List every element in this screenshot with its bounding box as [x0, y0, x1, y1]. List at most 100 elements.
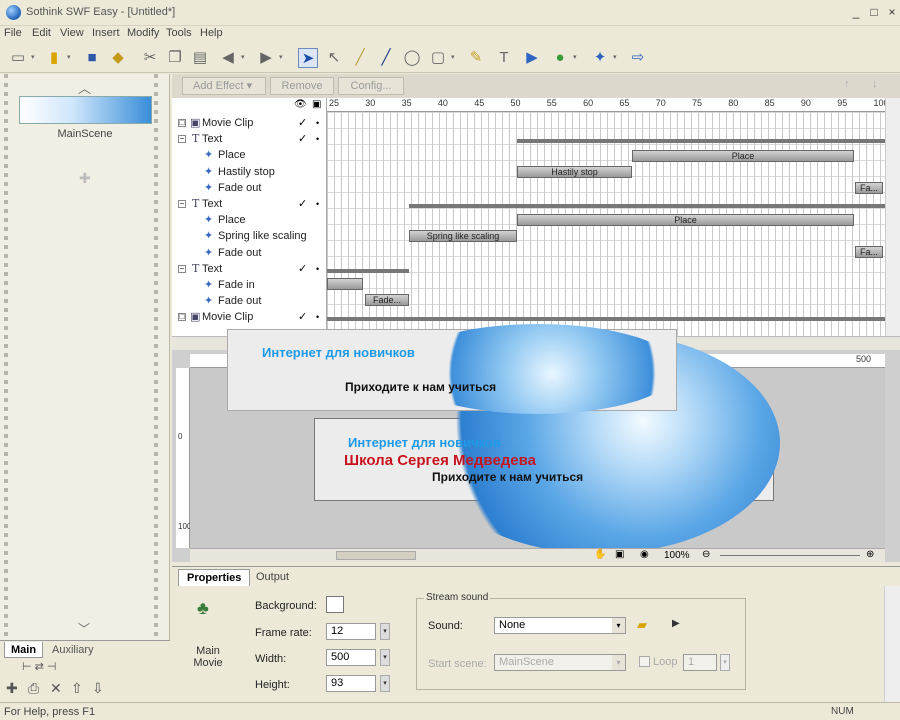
menu-edit[interactable]: Edit [32, 27, 51, 39]
menu-view[interactable]: View [60, 27, 84, 39]
chevron-down-icon[interactable]: ▾ [67, 54, 73, 61]
timeline-vertical-scrollbar[interactable] [885, 98, 900, 336]
ellipse-icon[interactable]: ◯ [402, 48, 422, 68]
chevron-down-icon[interactable]: ▾ [613, 54, 619, 61]
chevron-down-icon[interactable]: ▾ [241, 54, 247, 61]
hand-icon[interactable]: ✋ [594, 549, 606, 560]
subselect-icon[interactable]: ↖ [324, 48, 344, 68]
chevron-down-icon[interactable]: ▾ [451, 54, 457, 61]
frame-rate-spinner[interactable]: ▾ [380, 623, 390, 640]
redo-icon[interactable]: ▶ [256, 48, 276, 68]
menu-insert[interactable]: Insert [92, 27, 120, 39]
layer-row[interactable]: ✦ Place [172, 212, 327, 228]
paste-icon[interactable]: ▤ [190, 48, 210, 68]
lock-dot-icon[interactable]: • [316, 196, 319, 212]
expand-toggle-icon[interactable]: − [178, 135, 186, 144]
height-spinner[interactable]: ▾ [380, 675, 390, 692]
stage-hscroll-thumb[interactable] [336, 551, 416, 560]
select-icon[interactable]: ➤ [298, 48, 318, 68]
move-up-icon[interactable]: ⇧ [71, 680, 83, 697]
scroll-down-icon[interactable]: ﹀ [78, 620, 90, 637]
effect-block[interactable]: Fa... [855, 246, 883, 258]
effect-block[interactable]: Spring like scaling [409, 230, 517, 242]
height-field[interactable]: 93 [326, 675, 376, 692]
minimize-button[interactable]: _ [848, 5, 864, 20]
move-down-icon[interactable]: ⇩ [92, 680, 104, 697]
visibility-check-icon[interactable]: ✓ [298, 115, 307, 131]
layer-row[interactable]: □ ▣ Movie Clip ✓ • [172, 115, 327, 131]
layer-row[interactable]: ✦ Hastily stop [172, 164, 327, 180]
menu-file[interactable]: File [4, 27, 22, 39]
lock-dot-icon[interactable]: • [316, 309, 319, 325]
maximize-button[interactable]: □ [866, 5, 882, 20]
effect-block[interactable]: Place [517, 214, 854, 226]
width-spinner[interactable]: ▾ [380, 649, 390, 666]
undo-icon[interactable]: ◀ [218, 48, 238, 68]
chevron-down-icon[interactable]: ▾ [279, 54, 285, 61]
lock-dot-icon[interactable]: • [316, 131, 319, 147]
text-icon[interactable]: T [494, 48, 514, 68]
duplicate-scene-icon[interactable]: ⎙ [28, 680, 39, 697]
zoom-in-icon[interactable]: ⊕ [866, 549, 874, 560]
layer-row[interactable]: ✦ Fade out [172, 245, 327, 261]
lock-dot-icon[interactable]: • [316, 115, 319, 131]
timeline-frames[interactable]: Place Hastily stop Fa... Place Spring li… [327, 112, 885, 336]
move-down-icon[interactable]: ↓ [872, 78, 878, 90]
chevron-down-icon[interactable]: ▾ [31, 54, 37, 61]
expand-toggle-icon[interactable]: − [178, 264, 186, 273]
publish-icon[interactable]: ◆ [108, 48, 128, 68]
menu-modify[interactable]: Modify [127, 27, 159, 39]
tab-output[interactable]: Output [248, 569, 297, 586]
layer-row[interactable]: ✦ Fade in [172, 277, 327, 293]
export-icon[interactable]: ⇨ [628, 48, 648, 68]
lock-dot-icon[interactable]: • [316, 261, 319, 277]
color-picker-icon[interactable]: ✎ [466, 48, 486, 68]
effect-block[interactable] [327, 278, 363, 290]
folder-icon[interactable]: ▰ [637, 617, 647, 633]
loop-count-field[interactable]: 1 [683, 654, 717, 671]
chevron-down-icon[interactable]: ▾ [573, 54, 579, 61]
loop-spinner[interactable]: ▾ [720, 654, 730, 671]
effect-block[interactable]: Hastily stop [517, 166, 632, 178]
copy-icon[interactable]: ❐ [165, 48, 185, 68]
visibility-check-icon[interactable]: ✓ [298, 261, 307, 277]
expand-toggle-icon[interactable]: □ [178, 119, 186, 127]
globe-icon[interactable]: ● [550, 48, 570, 68]
layer-row[interactable]: ✦ Place [172, 147, 327, 163]
close-button[interactable]: × [884, 5, 900, 20]
add-effect-button[interactable]: Add Effect ▾ [182, 77, 266, 95]
zoom-out-icon[interactable]: ⊖ [702, 549, 710, 560]
effects-icon[interactable]: ✦ [590, 48, 610, 68]
tab-properties[interactable]: Properties [178, 569, 251, 586]
background-color-swatch[interactable] [326, 596, 344, 613]
add-scene-icon[interactable]: ✚ [6, 680, 18, 697]
new-icon[interactable]: ▭ [8, 48, 28, 68]
pen-icon[interactable]: ╱ [376, 48, 396, 68]
layer-row[interactable]: ✦ Fade out [172, 293, 327, 309]
visibility-check-icon[interactable]: ✓ [298, 131, 307, 147]
layer-row[interactable]: − T Text ✓ • [172, 131, 327, 147]
cut-icon[interactable]: ✂ [140, 48, 160, 68]
properties-scrollbar[interactable] [884, 586, 900, 702]
play-icon[interactable]: ▶ [672, 618, 680, 629]
start-scene-select[interactable]: MainScene ▾ [494, 654, 626, 671]
config-button[interactable]: Config... [338, 77, 404, 95]
effect-block[interactable]: Place [632, 150, 854, 162]
scroll-up-icon[interactable]: ︿ [78, 78, 91, 97]
open-icon[interactable]: ▮ [44, 48, 64, 68]
layer-row[interactable]: ✦ Spring like scaling [172, 228, 327, 244]
scene-nav-icon[interactable]: ⊢ ⇄ ⊣ [22, 660, 57, 673]
zoom-icon[interactable]: ◉ [640, 549, 649, 560]
expand-toggle-icon[interactable]: − [178, 200, 186, 208]
loop-checkbox[interactable] [639, 656, 650, 667]
fit-icon[interactable]: ▣ [615, 549, 624, 560]
delete-scene-icon[interactable]: ✕ [50, 680, 62, 697]
rectangle-icon[interactable]: ▢ [428, 48, 448, 68]
scene-thumbnail[interactable] [19, 96, 152, 124]
move-up-icon[interactable]: ↑ [844, 78, 850, 90]
frame-rate-field[interactable]: 12 [326, 623, 376, 640]
layer-row[interactable]: − T Text ✓ • [172, 196, 327, 212]
visibility-check-icon[interactable]: ✓ [298, 309, 307, 325]
menu-tools[interactable]: Tools [166, 27, 192, 39]
visibility-check-icon[interactable]: ✓ [298, 196, 307, 212]
